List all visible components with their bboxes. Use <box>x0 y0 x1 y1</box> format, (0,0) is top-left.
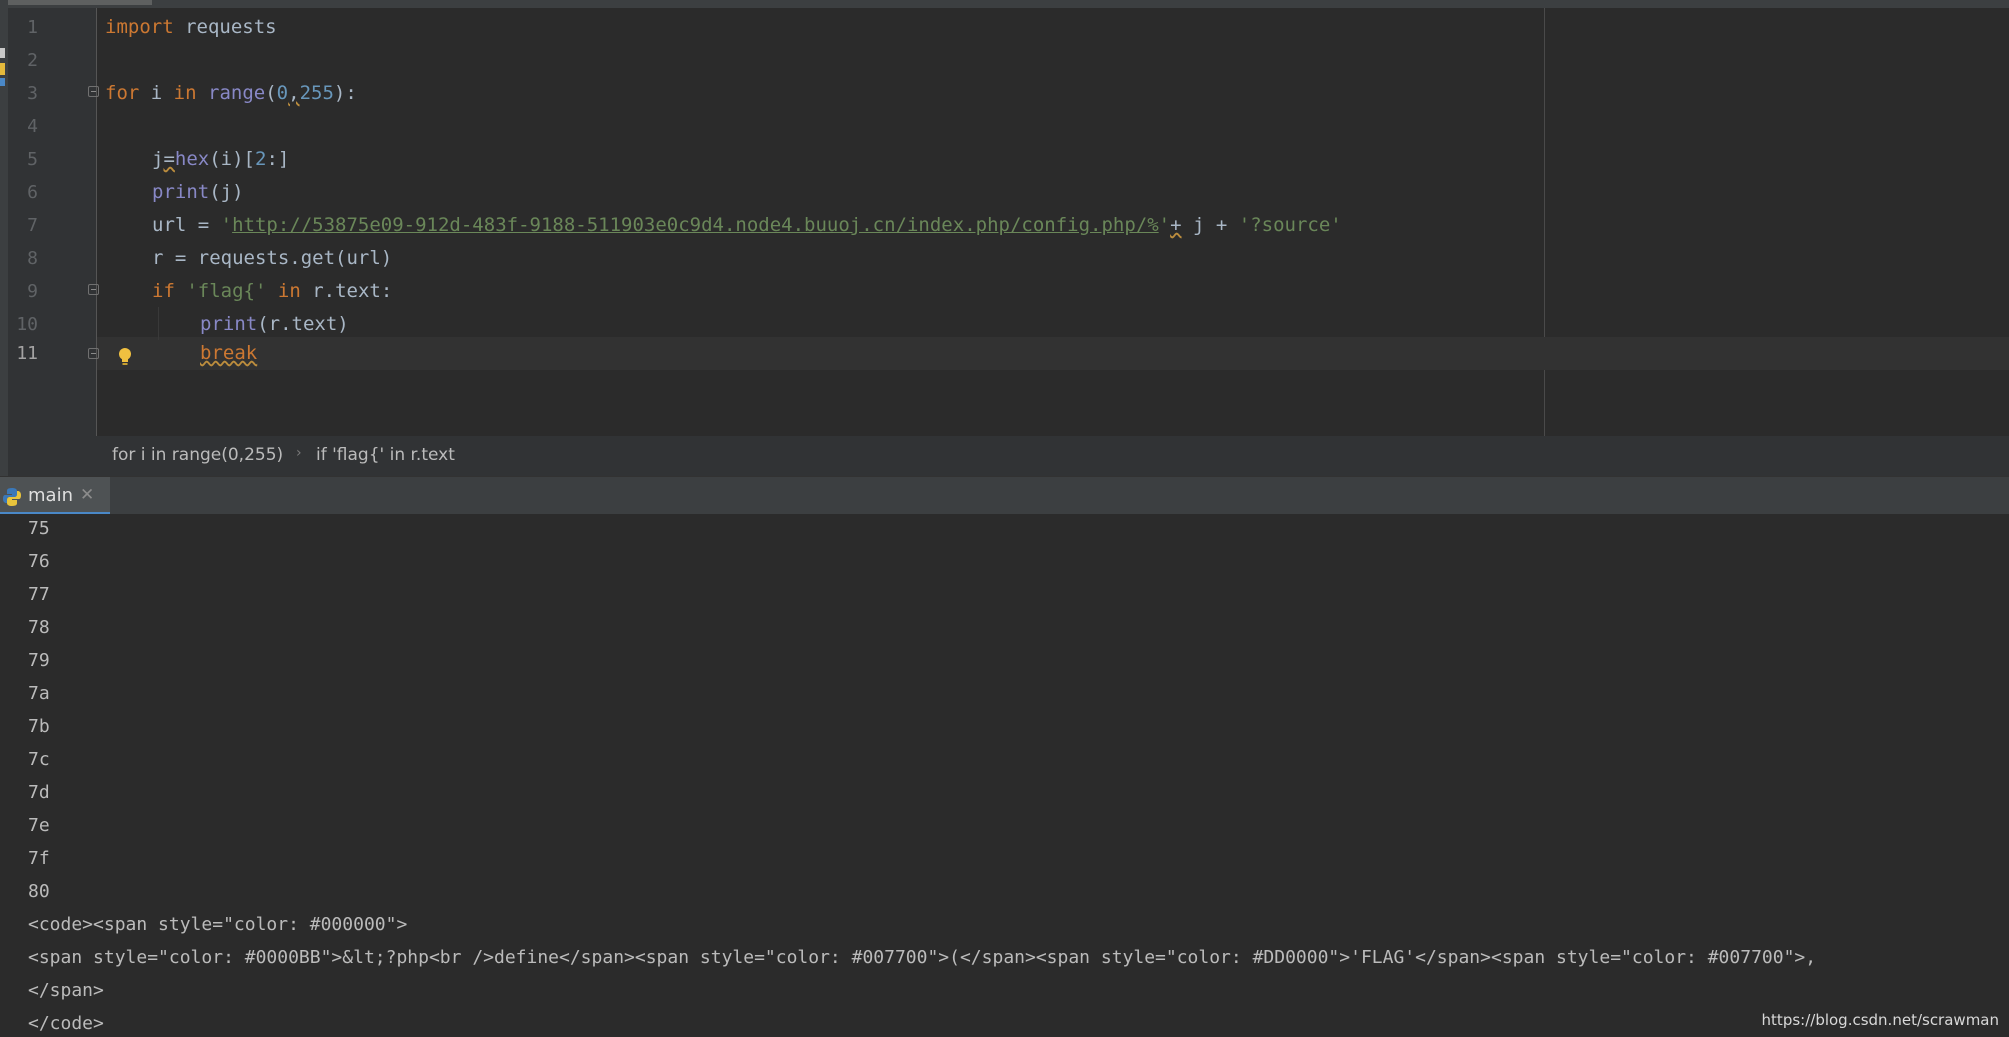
line-number: 4 <box>27 116 38 137</box>
run-tool-window-header: main ✕ <box>0 476 2009 515</box>
code-text: i <box>139 82 174 104</box>
console-line: </code> <box>28 1013 104 1034</box>
structure-tool-icon[interactable] <box>0 78 5 86</box>
console-line: 77 <box>28 584 50 605</box>
console-line: <code><span style="color: #000000"> <box>28 914 408 935</box>
console-line: 7a <box>28 683 50 704</box>
line-number: 1 <box>27 17 38 38</box>
console-line: 7e <box>28 815 50 836</box>
current-line-highlight <box>97 337 2009 370</box>
indent-guide <box>158 307 159 340</box>
breadcrumb: for i in range(0,255) › if 'flag{' in r.… <box>8 436 2009 476</box>
code-editor[interactable]: 1 2 3 4 5 6 7 8 9 10 11 import requests … <box>8 8 2009 436</box>
code-line-7: url = 'http://53875e09-912d-483f-9188-51… <box>152 209 1342 242</box>
python-icon <box>3 488 21 506</box>
console-line: 75 <box>28 518 50 539</box>
console-output[interactable]: 75 76 77 78 79 7a 7b 7c 7d 7e 7f 80 <cod… <box>0 514 2009 1037</box>
string: ' <box>1158 214 1171 236</box>
fold-marker-icon[interactable] <box>88 86 99 97</box>
code-text: r.text: <box>300 280 393 302</box>
code-text: ( <box>265 82 277 104</box>
horizontal-scrollbar-thumb[interactable] <box>8 0 152 5</box>
keyword: break <box>200 342 258 364</box>
string: 'flag{' <box>186 280 267 302</box>
tab-label: main <box>28 485 73 506</box>
code-line-3: for i in range(0,255): <box>105 77 357 110</box>
keyword: if <box>152 280 175 302</box>
console-line: 7f <box>28 848 50 869</box>
fold-marker-icon[interactable] <box>88 284 99 295</box>
keyword: for <box>105 82 140 104</box>
code-text: (j) <box>209 181 244 203</box>
code-text: r = requests.get(url) <box>152 247 393 269</box>
console-line: 78 <box>28 617 50 638</box>
console-line: 7c <box>28 749 50 770</box>
code-text: j + <box>1181 214 1239 236</box>
number: 0 <box>276 82 289 104</box>
code-line-6: print(j) <box>152 176 244 209</box>
line-number-current: 11 <box>16 343 38 364</box>
project-tool-icon[interactable] <box>0 48 5 58</box>
number: 2 <box>255 148 267 170</box>
watermark-text: https://blog.csdn.net/scrawman <box>1761 1011 1999 1029</box>
code-text: (i)[ <box>209 148 255 170</box>
line-number: 5 <box>27 149 38 170</box>
line-number: 9 <box>27 281 38 302</box>
line-number: 3 <box>27 83 38 104</box>
console-line: 79 <box>28 650 50 671</box>
right-margin-guide <box>1544 8 1545 436</box>
breadcrumb-item-for[interactable]: for i in range(0,255) <box>112 445 283 465</box>
builtin: print <box>200 313 258 335</box>
bookmark-tool-icon[interactable] <box>0 63 5 75</box>
number: 255 <box>299 82 334 104</box>
close-icon[interactable]: ✕ <box>80 485 94 505</box>
console-line: 7b <box>28 716 50 737</box>
line-number: 6 <box>27 182 38 203</box>
code-text: url = <box>152 214 221 236</box>
gutter-divider <box>96 8 97 436</box>
tab-main[interactable]: main ✕ <box>0 477 110 515</box>
code-text: :] <box>266 148 290 170</box>
url-link[interactable]: http://53875e09-912d-483f-9188-511903e0c… <box>232 214 1159 236</box>
code-text: ): <box>333 82 357 104</box>
console-line: <span style="color: #0000BB">&lt;?php<br… <box>28 947 1817 968</box>
code-text: j <box>152 148 164 170</box>
code-line-11: break <box>200 337 257 370</box>
builtin: range <box>208 82 266 104</box>
line-number: 8 <box>27 248 38 269</box>
keyword: in <box>277 280 301 302</box>
code-line-1: import requests <box>105 11 277 44</box>
string: ' <box>220 214 233 236</box>
code-text: (r.text) <box>257 313 349 335</box>
code-text: requests <box>173 16 277 38</box>
console-line: 80 <box>28 881 50 902</box>
fold-end-marker-icon[interactable] <box>88 348 99 359</box>
breadcrumb-separator: › <box>296 445 302 461</box>
code-line-9: if 'flag{' in r.text: <box>152 275 392 308</box>
builtin: print <box>152 181 210 203</box>
left-tool-strip <box>0 8 8 478</box>
string: '?source' <box>1238 214 1342 236</box>
code-line-8: r = requests.get(url) <box>152 242 392 275</box>
code-line-5: j=hex(i)[2:] <box>152 143 289 176</box>
code-text-warning: = <box>163 148 175 170</box>
line-number: 2 <box>27 50 38 71</box>
code-text-warning: + <box>1170 214 1182 236</box>
breadcrumb-item-if[interactable]: if 'flag{' in r.text <box>316 445 455 465</box>
code-text-warning: , <box>288 82 300 104</box>
builtin: hex <box>174 148 210 170</box>
top-bar <box>0 0 2009 8</box>
keyword: import <box>105 16 174 38</box>
keyword: in <box>173 82 197 104</box>
line-number: 7 <box>27 215 38 236</box>
lightbulb-icon[interactable] <box>118 347 132 367</box>
console-line: 76 <box>28 551 50 572</box>
console-line: 7d <box>28 782 50 803</box>
console-line: </span> <box>28 980 104 1001</box>
